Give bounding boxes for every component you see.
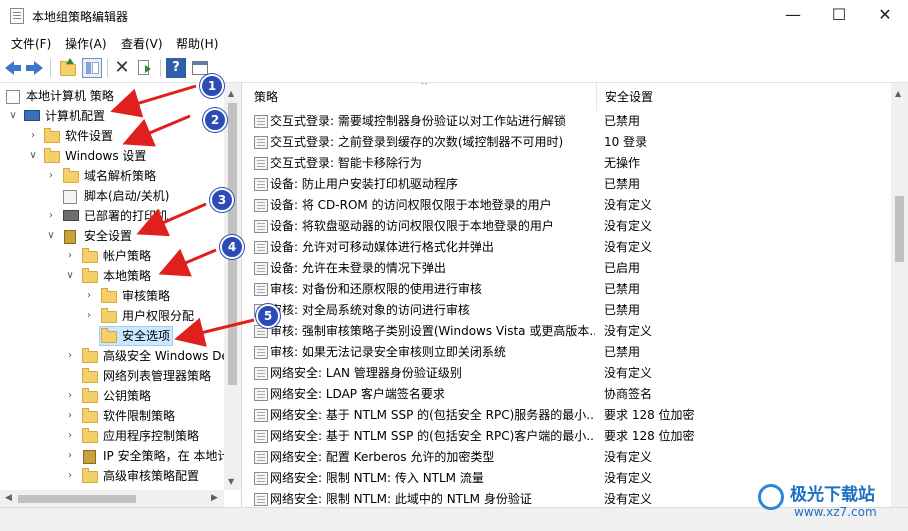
watermark: 极光下载站 www.xz7.com <box>754 478 904 528</box>
arrow-5 <box>174 317 255 347</box>
callout-5: 5 <box>256 304 280 328</box>
arrow-2 <box>122 114 191 147</box>
arrow-3 <box>136 202 207 237</box>
watermark-url: www.xz7.com <box>794 505 877 519</box>
arrow-4 <box>158 248 217 277</box>
watermark-text: 极光下载站 <box>790 485 875 505</box>
watermark-logo-icon <box>758 484 784 510</box>
arrow-1 <box>110 84 197 118</box>
annotation-arrows <box>110 84 255 347</box>
callout-1: 1 <box>200 74 224 98</box>
callout-4: 4 <box>220 235 244 259</box>
callout-3: 3 <box>210 188 234 212</box>
callout-2: 2 <box>203 108 227 132</box>
